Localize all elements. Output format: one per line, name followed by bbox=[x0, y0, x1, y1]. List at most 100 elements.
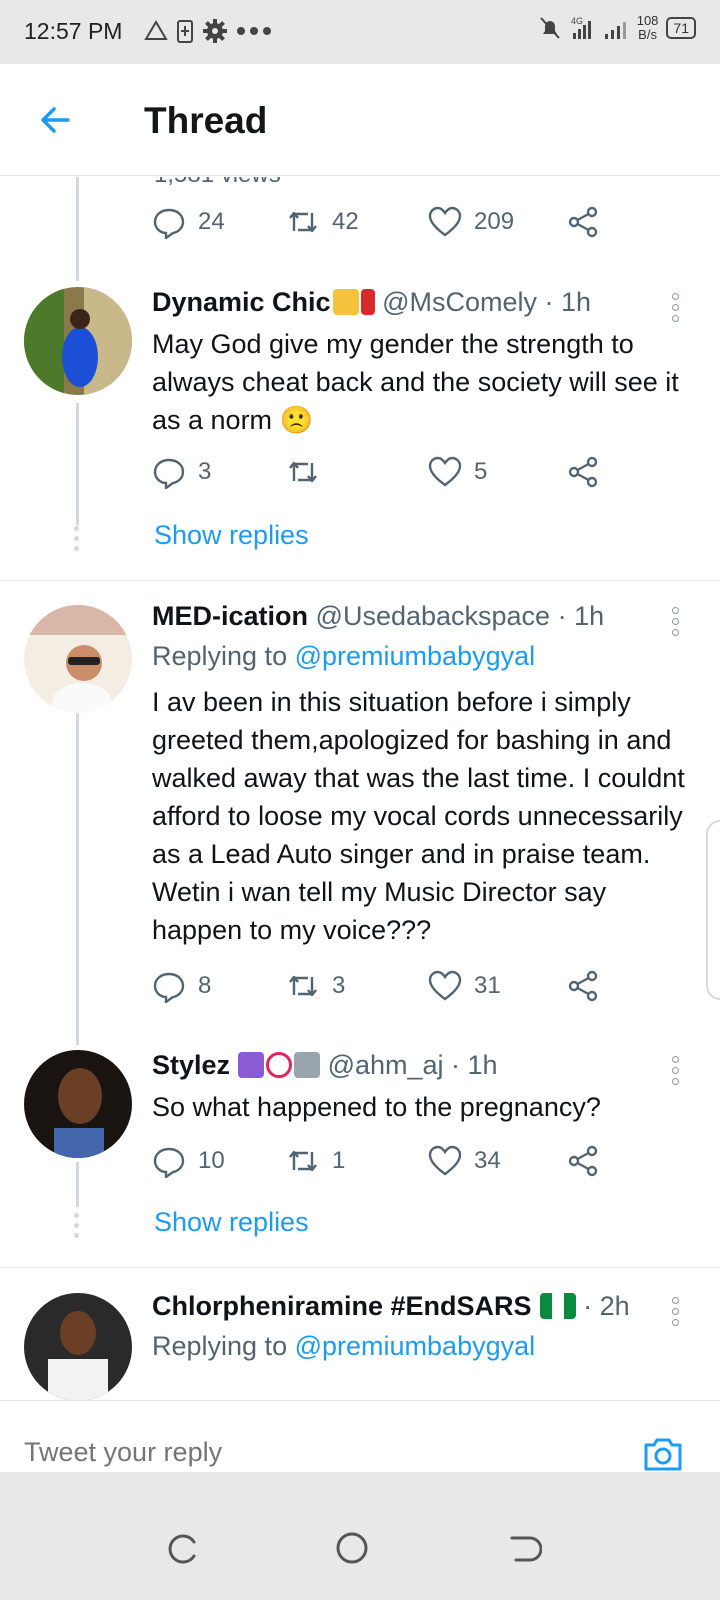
warning-icon bbox=[144, 20, 168, 40]
tweet-text: So what happened to the pregnancy? bbox=[152, 1092, 601, 1122]
view-count: 1,581 views bbox=[154, 177, 281, 189]
tweet-actions: 3 5 bbox=[152, 455, 622, 495]
thread-connector bbox=[76, 177, 79, 281]
like-button[interactable]: 5 bbox=[428, 455, 487, 489]
share-button[interactable] bbox=[566, 455, 600, 489]
show-replies-link[interactable]: Show replies bbox=[154, 520, 309, 551]
share-icon bbox=[568, 456, 598, 488]
share-icon bbox=[568, 970, 598, 1002]
tweet-time: · 1h bbox=[451, 1050, 498, 1080]
reply-button[interactable]: 24 bbox=[152, 205, 225, 239]
share-button[interactable] bbox=[566, 205, 600, 239]
prohibited-emoji bbox=[266, 1052, 293, 1078]
heart-icon bbox=[428, 206, 462, 237]
tweet-actions: 10 1 34 bbox=[152, 1144, 622, 1184]
status-time: 12:57 PM bbox=[24, 18, 123, 44]
tweet-actions: 8 3 31 bbox=[152, 969, 622, 1009]
retweet-button[interactable]: 42 bbox=[286, 205, 359, 239]
thread-connector bbox=[76, 403, 79, 525]
retweet-button[interactable]: 1 bbox=[286, 1144, 345, 1178]
signal-icon bbox=[604, 22, 626, 39]
thread-connector bbox=[76, 1162, 79, 1207]
reply-input[interactable] bbox=[24, 1437, 584, 1468]
camera-icon[interactable] bbox=[642, 1433, 684, 1475]
top-bar: Thread bbox=[0, 64, 720, 176]
heart-icon bbox=[428, 456, 462, 487]
tweet-text: May God give my gender the strength to a… bbox=[152, 329, 679, 435]
thread-dots bbox=[74, 526, 80, 556]
retweet-icon bbox=[289, 461, 317, 483]
share-icon bbox=[568, 206, 598, 238]
lipstick-emoji bbox=[360, 289, 375, 315]
show-replies-link[interactable]: Show replies bbox=[154, 1207, 309, 1238]
like-button[interactable]: 31 bbox=[428, 969, 501, 1003]
avatar[interactable] bbox=[24, 1050, 132, 1158]
like-button[interactable]: 209 bbox=[428, 205, 514, 239]
reply-icon bbox=[153, 1147, 185, 1178]
nigeria-flag-emoji bbox=[539, 1293, 576, 1319]
mention-link[interactable]: @premiumbabygyal bbox=[295, 1331, 536, 1361]
battery-charging-icon bbox=[177, 20, 193, 43]
battery-level: 71 bbox=[666, 17, 696, 39]
avatar[interactable] bbox=[24, 605, 132, 713]
system-nav-bar bbox=[0, 1472, 720, 1600]
mute-bell-icon bbox=[539, 17, 560, 39]
retweet-button[interactable] bbox=[286, 455, 332, 489]
back-arrow-icon[interactable] bbox=[34, 98, 78, 142]
edge-panel-handle[interactable] bbox=[706, 820, 720, 1000]
display-name[interactable]: Dynamic Chic bbox=[152, 287, 331, 317]
more-options-icon[interactable] bbox=[672, 1056, 680, 1089]
heart-icon bbox=[428, 970, 462, 1001]
signal-4g-icon: 4G bbox=[571, 16, 591, 39]
more-options-icon[interactable] bbox=[672, 607, 680, 640]
display-name[interactable]: Stylez bbox=[152, 1050, 230, 1080]
back-nav-icon[interactable] bbox=[506, 1530, 542, 1566]
retweet-icon bbox=[289, 211, 317, 233]
thread-connector bbox=[76, 713, 79, 1045]
thread-content[interactable]: 1,581 views 24 42 209 Dynamic Chic @MsCo… bbox=[0, 177, 720, 1400]
heart-icon bbox=[428, 1145, 462, 1176]
replying-to: Replying to @premiumbabygyal bbox=[152, 1331, 536, 1361]
tweet-actions: 24 42 209 bbox=[152, 205, 622, 245]
more-dots-icon bbox=[237, 27, 271, 35]
retweet-icon bbox=[289, 1150, 317, 1172]
more-options-icon[interactable] bbox=[672, 1297, 680, 1330]
user-handle[interactable]: @MsComely bbox=[382, 287, 537, 317]
display-name[interactable]: MED-ication bbox=[152, 601, 308, 631]
user-handle[interactable]: @Usedabackspace bbox=[316, 601, 551, 631]
cross-emoji bbox=[238, 1052, 265, 1078]
crown-emoji bbox=[332, 289, 359, 315]
reply-bar bbox=[0, 1400, 720, 1474]
reply-icon bbox=[153, 972, 185, 1003]
like-button[interactable]: 34 bbox=[428, 1144, 501, 1178]
svg-text:4G: 4G bbox=[571, 16, 583, 26]
reply-button[interactable]: 10 bbox=[152, 1144, 225, 1178]
share-icon bbox=[568, 1145, 598, 1177]
reply-icon bbox=[153, 208, 185, 239]
display-name[interactable]: Chlorpheniramine #EndSARS bbox=[152, 1291, 532, 1321]
user-handle[interactable]: @ahm_aj bbox=[328, 1050, 444, 1080]
avatar[interactable] bbox=[24, 1293, 132, 1400]
reply-button[interactable]: 3 bbox=[152, 455, 211, 489]
reply-icon bbox=[153, 458, 185, 489]
replying-to: Replying to @premiumbabygyal bbox=[152, 641, 536, 671]
share-button[interactable] bbox=[566, 1144, 600, 1178]
page-title: Thread bbox=[144, 100, 268, 141]
mention-link[interactable]: @premiumbabygyal bbox=[295, 641, 536, 671]
recent-apps-icon[interactable] bbox=[164, 1530, 200, 1566]
more-options-icon[interactable] bbox=[672, 293, 680, 326]
retweet-button[interactable]: 3 bbox=[286, 969, 345, 1003]
share-button[interactable] bbox=[566, 969, 600, 1003]
tweet-text: I av been in this situation before i sim… bbox=[152, 687, 685, 945]
crossed-swords-emoji bbox=[294, 1052, 321, 1078]
settings-gear-icon bbox=[203, 19, 227, 43]
retweet-icon bbox=[289, 975, 317, 997]
tweet-time: · 2h bbox=[583, 1291, 630, 1321]
tweet-time: · 1h bbox=[544, 287, 592, 317]
reply-button[interactable]: 8 bbox=[152, 969, 211, 1003]
thread-dots bbox=[74, 1213, 80, 1243]
status-bar: 12:57 PM 4G 108 B/s 71 bbox=[0, 0, 720, 64]
avatar[interactable] bbox=[24, 287, 132, 395]
home-icon[interactable] bbox=[334, 1530, 370, 1566]
network-speed: 108 B/s bbox=[636, 13, 659, 42]
